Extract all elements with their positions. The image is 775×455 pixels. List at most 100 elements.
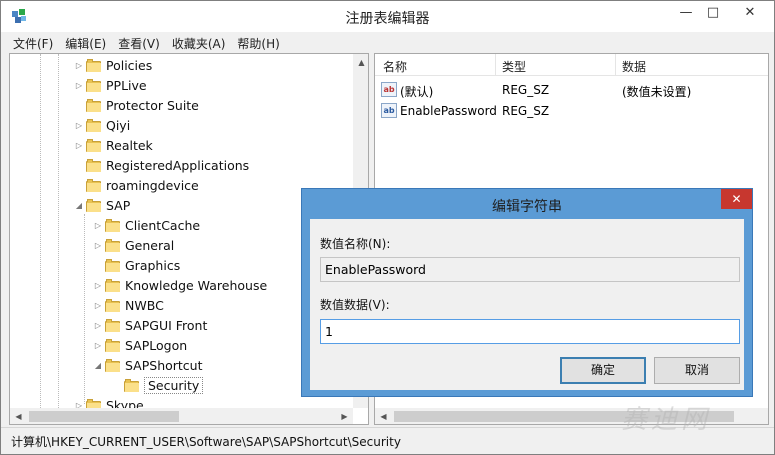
folder-icon [105, 318, 121, 332]
folder-icon [105, 278, 121, 292]
menu-edit[interactable]: 编辑(E) [59, 33, 112, 53]
tree-item[interactable]: ▷ NWBC [93, 295, 164, 315]
folder-icon [86, 198, 102, 212]
column-divider[interactable] [495, 54, 496, 76]
folder-icon [86, 118, 102, 132]
scroll-left-arrow-icon[interactable]: ◀ [10, 408, 27, 424]
string-value-icon: ab [381, 82, 397, 97]
scroll-right-arrow-icon[interactable]: ▶ [336, 408, 353, 424]
status-path: 计算机\HKEY_CURRENT_USER\Software\SAP\SAPSh… [11, 435, 401, 449]
menu-file[interactable]: 文件(F) [7, 33, 59, 53]
expand-arrow-icon[interactable]: ▷ [93, 221, 103, 230]
menu-favorites[interactable]: 收藏夹(A) [166, 33, 232, 53]
tree-item[interactable]: ▷ General [93, 235, 174, 255]
registry-editor-window: 注册表编辑器 — □ ✕ 文件(F) 编辑(E) 查看(V) 收藏夹(A) 帮助… [0, 0, 775, 455]
folder-icon [86, 138, 102, 152]
list-item[interactable]: ab (默认) REG_SZ (数值未设置) [375, 80, 768, 100]
column-header-data[interactable]: 数据 [622, 58, 646, 75]
tree-item[interactable]: Protector Suite [74, 95, 199, 115]
expand-arrow-icon[interactable]: ▷ [74, 121, 84, 130]
tree-item-label: SAPLogon [125, 337, 188, 353]
tree-item-label: Knowledge Warehouse [125, 277, 268, 293]
close-button[interactable]: ✕ [729, 3, 771, 23]
folder-icon [105, 258, 121, 272]
expand-arrow-icon[interactable]: ▷ [93, 301, 103, 310]
folder-icon [124, 378, 140, 392]
folder-icon [86, 178, 102, 192]
column-header-type[interactable]: 类型 [502, 58, 526, 75]
value-name: (默认) [400, 85, 434, 99]
tree-item[interactable]: roamingdevice [74, 175, 199, 195]
tree-item[interactable]: Graphics [93, 255, 180, 275]
expand-arrow-icon[interactable]: ◢ [93, 361, 103, 370]
menu-bar: 文件(F) 编辑(E) 查看(V) 收藏夹(A) 帮助(H) [7, 33, 286, 53]
folder-icon [105, 238, 121, 252]
tree-item-label: Policies [106, 57, 153, 73]
tree-item[interactable]: Security [112, 375, 204, 395]
tree-item-label: ClientCache [125, 217, 201, 233]
tree-item[interactable]: ▷ Knowledge Warehouse [93, 275, 267, 295]
value-data-input[interactable]: 1 [320, 319, 740, 344]
window-title: 注册表编辑器 [345, 11, 430, 27]
tree-item[interactable]: ▷ Realtek [74, 135, 153, 155]
tree-horizontal-scrollbar[interactable]: ◀ ▶ [10, 408, 353, 424]
expand-arrow-icon[interactable]: ▷ [74, 141, 84, 150]
expand-arrow-icon[interactable]: ◢ [74, 201, 84, 210]
tree-item-label: Realtek [106, 137, 153, 153]
scroll-up-arrow-icon[interactable]: ▲ [353, 54, 368, 71]
tree-item-label: SAPGUI Front [125, 317, 208, 333]
value-name-field: EnablePassword [320, 257, 740, 282]
list-header: 名称 类型 数据 [375, 54, 768, 76]
tree-item[interactable]: ▷ ClientCache [93, 215, 200, 235]
edit-string-dialog: 编辑字符串 ✕ 数值名称(N): EnablePassword 数值数据(V):… [301, 188, 753, 397]
folder-icon [105, 338, 121, 352]
tree-item-label: Graphics [125, 257, 181, 273]
expand-arrow-icon[interactable]: ▷ [93, 241, 103, 250]
tree-item-label: General [125, 237, 175, 253]
expand-arrow-icon[interactable]: ▷ [93, 281, 103, 290]
value-name: EnablePassword [400, 104, 497, 118]
title-bar: 注册表编辑器 — □ ✕ [1, 1, 774, 32]
folder-icon [86, 78, 102, 92]
dialog-close-button[interactable]: ✕ [721, 189, 752, 209]
ok-button[interactable]: 确定 [560, 357, 646, 384]
tree-item[interactable]: ▷ Policies [74, 55, 152, 75]
tree-item[interactable]: ◢ SAP [74, 195, 130, 215]
watermark: 赛迪网 [621, 405, 712, 435]
tree-guide-line [58, 54, 59, 408]
folder-icon [86, 58, 102, 72]
dialog-body: 数值名称(N): EnablePassword 数值数据(V): 1 确定 取消 [310, 219, 744, 390]
list-item[interactable]: ab EnablePassword REG_SZ [375, 101, 768, 121]
tree-scroll-thumb[interactable] [29, 411, 179, 422]
tree-item[interactable]: RegisteredApplications [74, 155, 249, 175]
tree-item[interactable]: ▷ PPLive [74, 75, 147, 95]
tree-item-label: Protector Suite [106, 97, 199, 113]
string-value-icon: ab [381, 103, 397, 118]
folder-icon [105, 298, 121, 312]
dialog-title: 编辑字符串 [492, 199, 562, 215]
tree-item[interactable]: ▷ Qiyi [74, 115, 130, 135]
menu-help[interactable]: 帮助(H) [231, 33, 285, 53]
tree-item-label: RegisteredApplications [106, 157, 250, 173]
expand-arrow-icon[interactable]: ▷ [74, 81, 84, 90]
tree-item[interactable]: ▷ SAPGUI Front [93, 315, 207, 335]
maximize-button[interactable]: □ [698, 3, 728, 23]
tree-guide-line [40, 54, 41, 408]
expand-arrow-icon[interactable]: ▷ [74, 61, 84, 70]
cancel-button[interactable]: 取消 [654, 357, 740, 384]
minimize-button[interactable]: — [671, 3, 701, 23]
menu-view[interactable]: 查看(V) [112, 33, 166, 53]
column-divider[interactable] [615, 54, 616, 76]
tree-item[interactable]: ◢ SAPShortcut [93, 355, 203, 375]
tree-guide-line [84, 214, 85, 404]
tree-item[interactable]: ▷ SAPLogon [93, 335, 187, 355]
scroll-left-arrow-icon[interactable]: ◀ [375, 408, 392, 424]
folder-icon [86, 98, 102, 112]
column-header-name[interactable]: 名称 [383, 58, 407, 75]
folder-icon [105, 358, 121, 372]
value-data: (数值未设置) [622, 85, 692, 99]
expand-arrow-icon[interactable]: ▷ [93, 341, 103, 350]
tree-item-label: Security [144, 376, 204, 394]
folder-icon [105, 218, 121, 232]
expand-arrow-icon[interactable]: ▷ [93, 321, 103, 330]
